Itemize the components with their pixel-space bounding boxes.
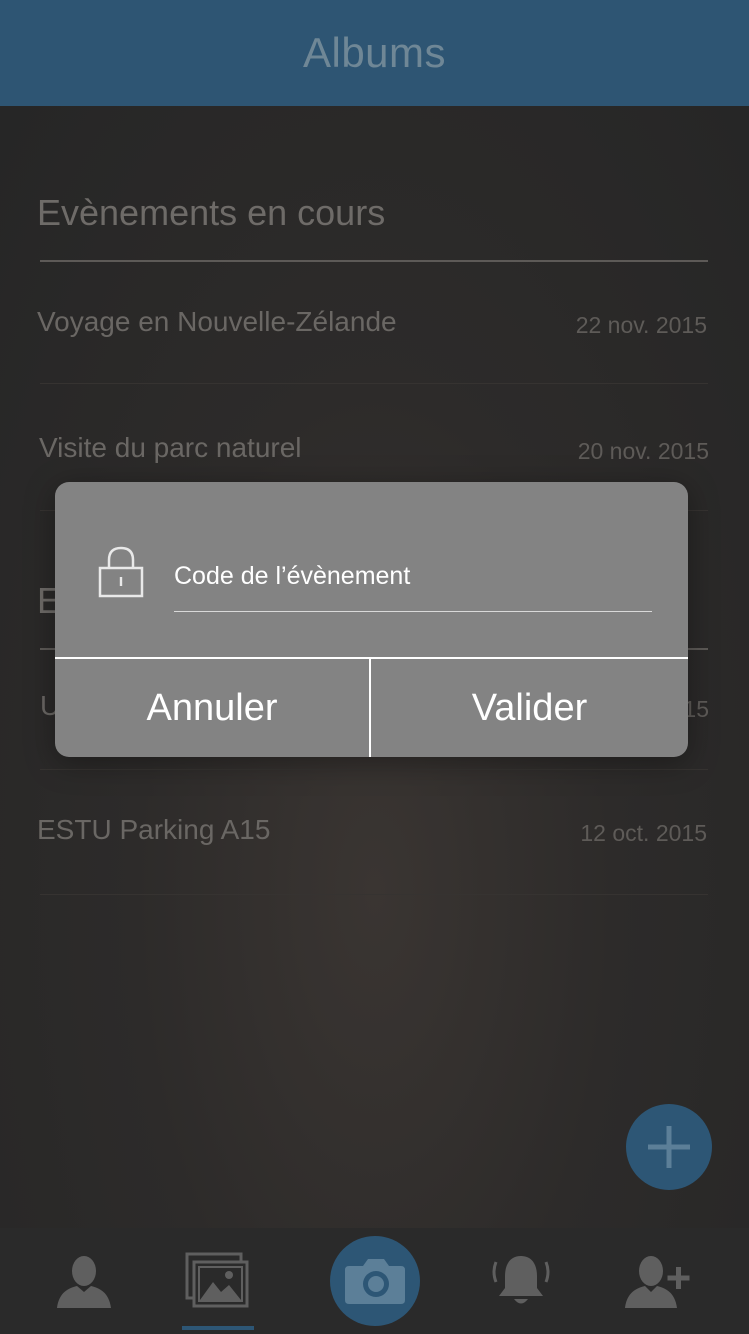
tab-albums[interactable] [157, 1228, 277, 1334]
add-event-button[interactable] [626, 1104, 712, 1190]
list-item-date: 12 oct. 2015 [580, 820, 707, 846]
tab-add-friend[interactable] [598, 1228, 718, 1334]
row-divider [40, 894, 708, 895]
row-divider [40, 383, 708, 384]
list-item-date: 20 nov. 2015 [577, 438, 709, 464]
active-tab-indicator [182, 1326, 254, 1330]
section-title-current: Evènements en cours [37, 192, 386, 233]
page-title: Albums [302, 29, 447, 76]
list-item-title[interactable]: Visite du parc naturel [39, 432, 302, 464]
albums-icon [185, 1252, 249, 1308]
section-divider [40, 260, 708, 262]
tab-profile[interactable] [24, 1228, 144, 1334]
list-item-date: 22 nov. 2015 [575, 312, 707, 338]
plus-icon [648, 1126, 690, 1168]
list-item-title[interactable]: ESTU Parking A15 [37, 814, 270, 846]
albums-screen: Albums Evènements en cours Voyage en Nou… [0, 0, 749, 1334]
add-friend-icon [625, 1256, 690, 1308]
camera-button[interactable] [330, 1236, 420, 1326]
tab-notifications[interactable] [461, 1228, 581, 1334]
profile-icon [57, 1256, 111, 1308]
event-code-dialog: Annuler Valider [55, 482, 688, 757]
event-code-input[interactable] [174, 554, 652, 612]
notifications-icon [492, 1256, 550, 1304]
cancel-button[interactable]: Annuler [55, 659, 369, 757]
confirm-button[interactable]: Valider [371, 659, 688, 757]
list-item-title[interactable]: Voyage en Nouvelle-Zélande [37, 306, 397, 338]
app-header: Albums [0, 0, 749, 106]
tab-camera[interactable] [315, 1228, 435, 1334]
camera-icon [345, 1259, 405, 1304]
lock-icon [98, 546, 144, 598]
bottom-tab-bar [0, 1228, 749, 1334]
row-divider [40, 769, 708, 770]
